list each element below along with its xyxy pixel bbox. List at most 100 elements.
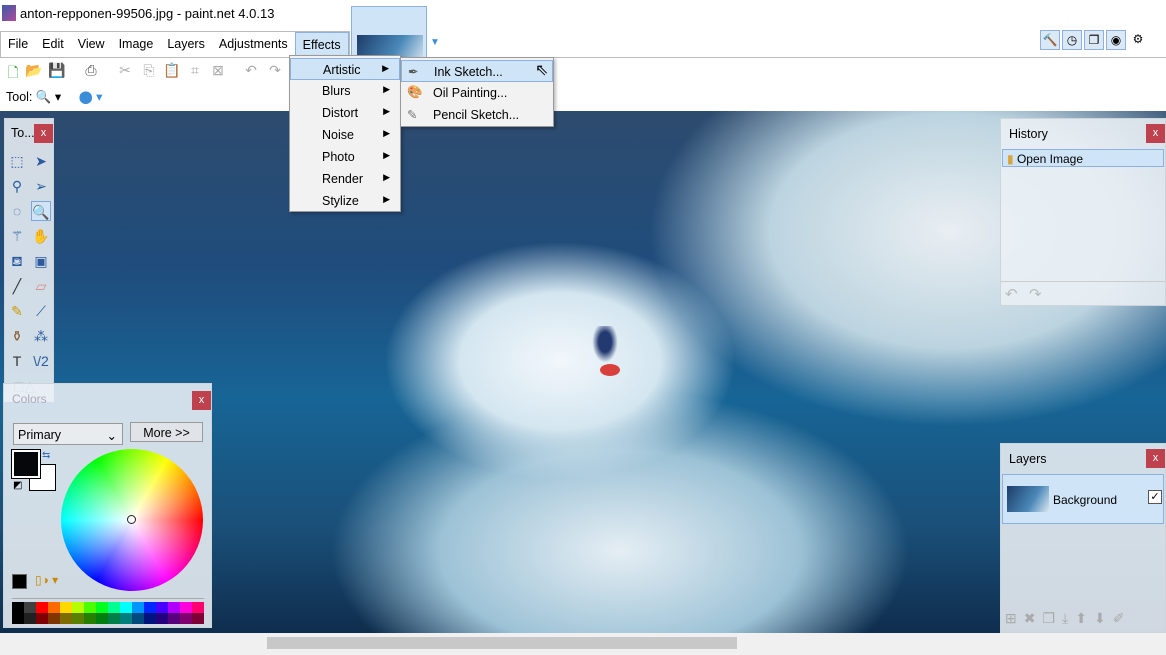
duplicate-layer-icon[interactable]: ❐ [1042,610,1055,627]
palette-swatch[interactable] [60,602,72,613]
magic-wand-icon[interactable]: ⚚ [7,226,27,246]
menu-item-photo[interactable]: Photo▶ [290,146,400,168]
move-selection-icon[interactable]: ➢ [31,176,51,196]
palette-swatch[interactable] [36,602,48,613]
palette-swatch[interactable] [60,613,72,624]
lasso-icon[interactable]: ⚲ [7,176,27,196]
rectangle-select-icon[interactable]: ⬚ [7,151,27,171]
add-layer-icon[interactable]: ⊞ [1005,610,1017,627]
delete-layer-icon[interactable]: ✖ [1024,610,1036,627]
settings-icon[interactable]: ⚙ [1128,30,1148,50]
layers-toggle-icon[interactable]: ❐ [1084,30,1104,50]
palette-swatch[interactable] [144,602,156,613]
color-wheel-cursor[interactable] [127,515,136,524]
palette-swatch[interactable] [192,602,204,613]
text-icon[interactable]: T [7,351,27,371]
reset-colors-icon[interactable]: ◩ [13,480,22,491]
palette-swatch[interactable] [156,602,168,613]
history-item[interactable]: ▮ Open Image [1002,149,1164,167]
print-icon[interactable]: ⎙ [82,62,100,80]
menu-item-pencil-sketch[interactable]: ✎Pencil Sketch... [401,104,553,126]
palette-swatch[interactable] [12,602,24,613]
gradient-icon[interactable]: ▣ [31,251,51,271]
menu-item-distort[interactable]: Distort▶ [290,102,400,124]
eraser-icon[interactable]: ▱ [31,276,51,296]
paintbrush-icon[interactable]: ╱ [7,276,27,296]
palette-swatch[interactable] [156,613,168,624]
pencil-icon[interactable]: ✎ [7,301,27,321]
menu-item-artistic[interactable]: Artistic▶ [290,58,400,80]
move-layer-down-icon[interactable]: ⬇ [1094,610,1106,627]
new-icon[interactable]: 🗋 [4,62,22,80]
menu-item-stylize[interactable]: Stylize▶ [290,190,400,212]
palette-swatch[interactable] [84,613,96,624]
color-wheel[interactable] [61,449,203,591]
palette-swatch[interactable] [36,613,48,624]
pan-icon[interactable]: ✋ [31,226,51,246]
copy-icon[interactable]: ⎘ [140,62,158,80]
colors-close-button[interactable]: x [192,391,211,410]
scrollbar-thumb[interactable] [267,637,737,649]
palette-swatch[interactable] [108,613,120,624]
line-curve-icon[interactable]: \/2 [31,351,51,371]
palette-swatch[interactable] [120,602,132,613]
recolor-icon[interactable]: ⁂ [31,326,51,346]
colors-toggle-icon[interactable]: ◉ [1106,30,1126,50]
move-layer-up-icon[interactable]: ⬆ [1075,610,1087,627]
swap-colors-icon[interactable]: ⇆ [42,450,50,461]
history-redo-icon[interactable]: ↷ [1029,285,1042,303]
color-picker-icon[interactable]: ⟋ [31,301,51,321]
palette-swatch[interactable] [12,613,24,624]
palette-swatch[interactable] [168,613,180,624]
zoom-icon[interactable]: 🔍 [31,201,51,221]
image-tab-thumbnail[interactable] [351,6,427,58]
palette-swatch[interactable] [96,602,108,613]
palette-swatch[interactable] [72,613,84,624]
menu-item-noise[interactable]: Noise▶ [290,124,400,146]
primary-color-swatch[interactable] [12,450,40,478]
history-close-button[interactable]: x [1146,124,1165,143]
layer-item[interactable]: Background ✓ [1002,474,1164,524]
palette-swatch[interactable] [72,602,84,613]
paint-bucket-icon[interactable]: ⛾ [7,251,27,271]
palette-swatch[interactable] [84,602,96,613]
palette-menu-icon[interactable]: ▯◑ ▾ [35,573,58,587]
clone-stamp-icon[interactable]: ⚱ [7,326,27,346]
palette-swatch[interactable] [180,613,192,624]
palette-swatch[interactable] [48,602,60,613]
open-icon[interactable]: 📂 [25,62,43,80]
palette-swatch[interactable] [180,602,192,613]
zoom-tool-dropdown[interactable]: 🔍 ▾ [36,90,61,104]
history-undo-icon[interactable]: ↶ [1005,285,1018,303]
menu-item-blurs[interactable]: Blurs▶ [290,80,400,102]
redo-icon[interactable]: ↷ [266,62,284,80]
deselect-icon[interactable]: ⊠ [209,62,227,80]
image-list-dropdown-icon[interactable]: ▼ [430,37,440,48]
palette-swatch[interactable] [168,602,180,613]
menu-image[interactable]: Image [112,32,161,57]
layer-properties-icon[interactable]: ✐ [1113,610,1125,627]
tools-toggle-icon[interactable]: 🔨 [1040,30,1060,50]
ellipse-select-icon[interactable]: ◌ [7,201,27,221]
move-selected-icon[interactable]: ➤ [31,151,51,171]
palette-swatch[interactable] [132,602,144,613]
menu-layers[interactable]: Layers [160,32,212,57]
more-button[interactable]: More >> [130,422,203,442]
menu-file[interactable]: File [1,32,35,57]
palette-swatch[interactable] [132,613,144,624]
undo-icon[interactable]: ↶ [242,62,260,80]
menu-item-oil-painting[interactable]: 🎨Oil Painting... [401,82,553,104]
palette-swatch[interactable] [48,613,60,624]
selection-mode-dropdown[interactable]: ⬤ ▾ [79,90,103,104]
menu-view[interactable]: View [71,32,112,57]
color-mode-dropdown[interactable]: Primary⌄ [13,423,123,445]
add-to-palette-icon[interactable] [12,574,27,589]
palette-swatch[interactable] [120,613,132,624]
layer-visibility-checkbox[interactable]: ✓ [1148,490,1162,504]
history-toggle-icon[interactable]: ◷ [1062,30,1082,50]
palette-swatch[interactable] [24,613,36,624]
palette-swatch[interactable] [96,613,108,624]
crop-icon[interactable]: ⌗ [186,62,204,80]
menu-item-render[interactable]: Render▶ [290,168,400,190]
paste-icon[interactable]: 📋 [163,62,181,80]
